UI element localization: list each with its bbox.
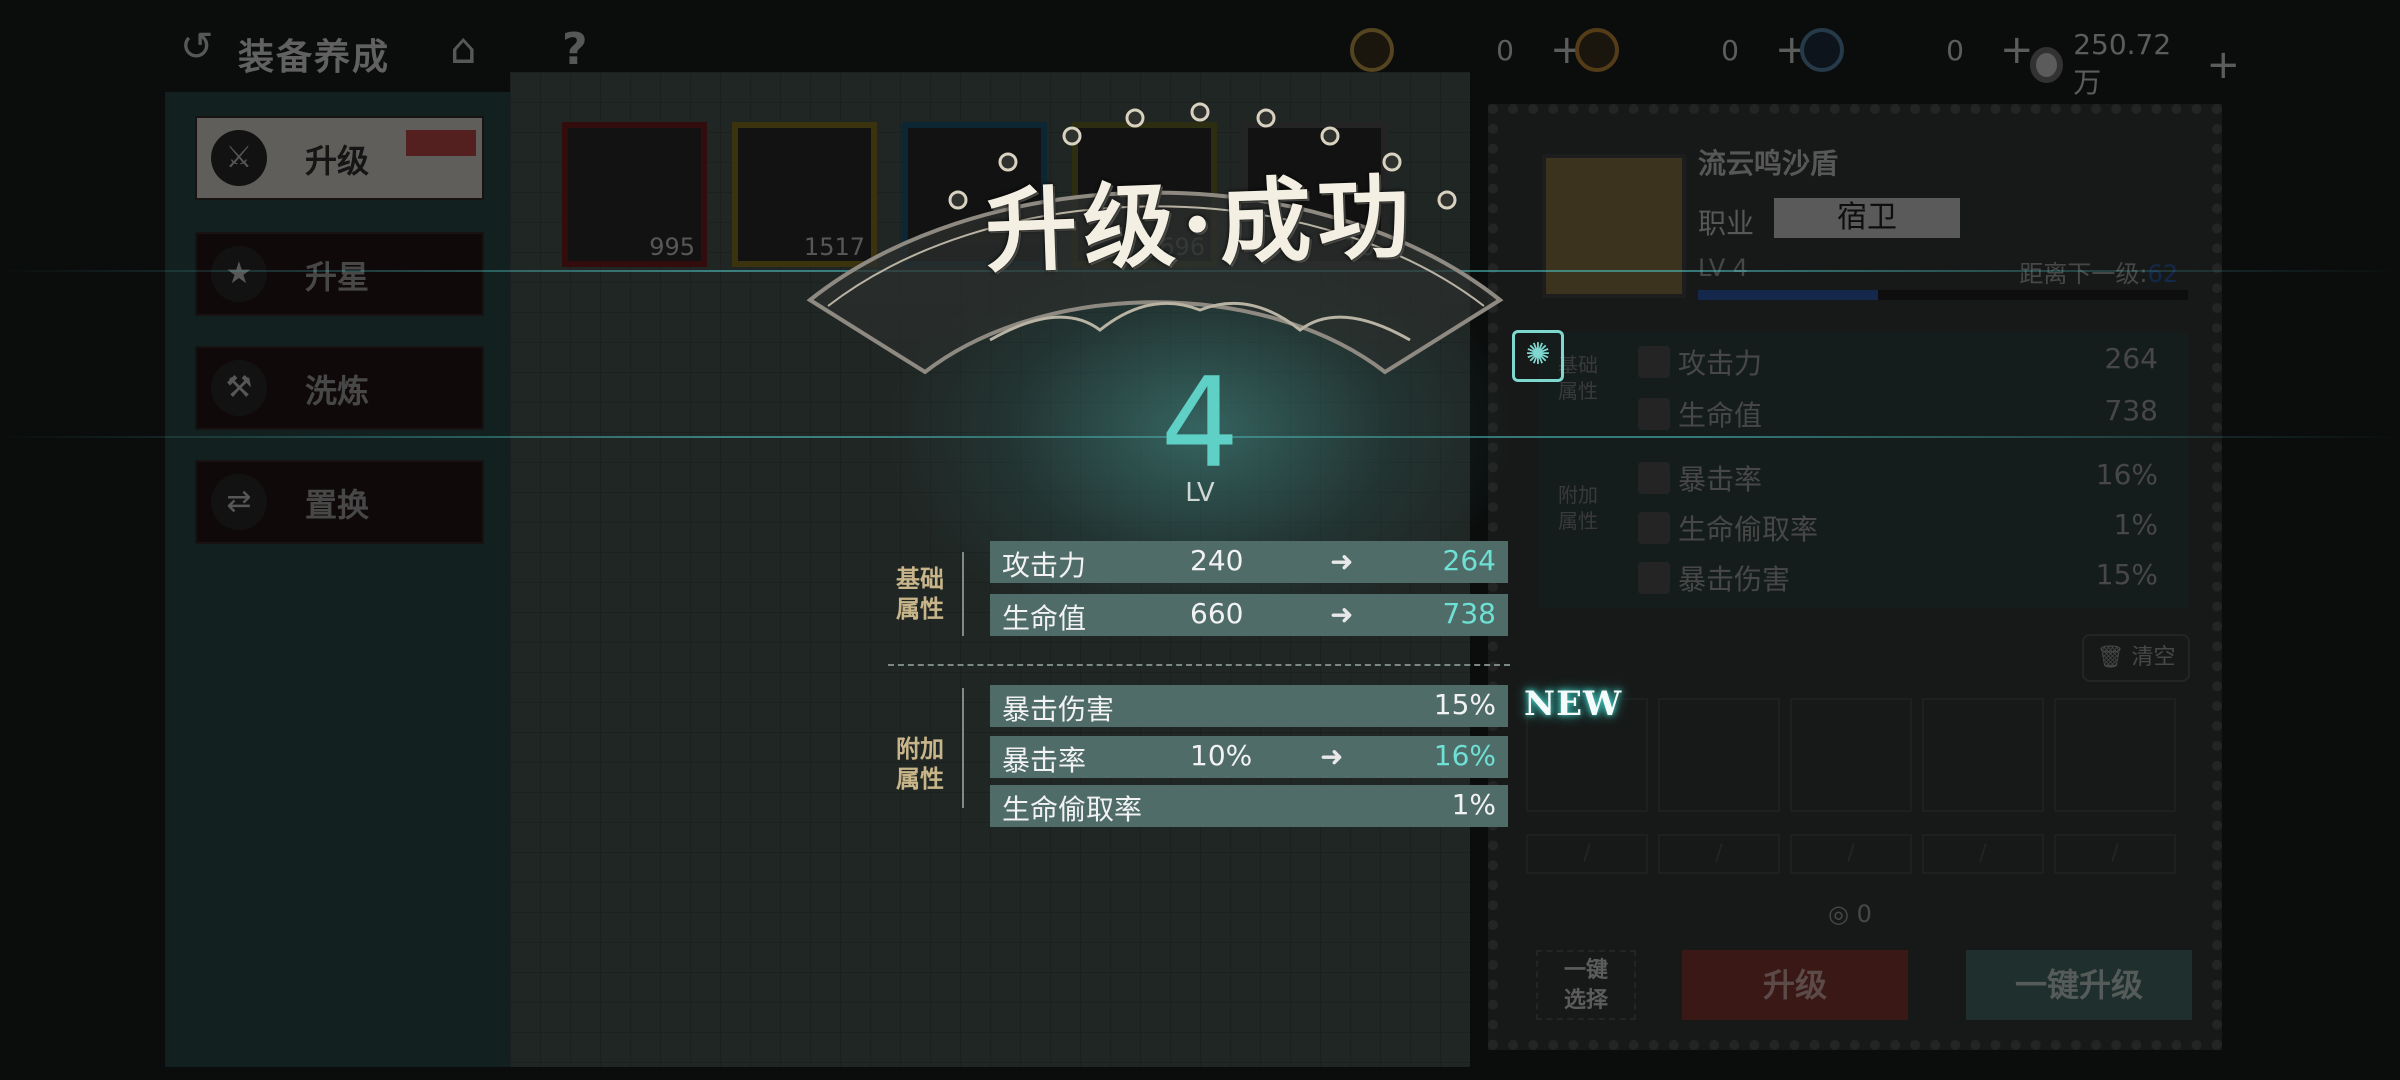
- upgrade-success-title: 升级·成功: [983, 162, 1418, 286]
- stat-change-row: 攻击力 240 ➜ 264: [990, 541, 1508, 583]
- arrow-right-icon: ➜: [1320, 740, 1344, 773]
- level-label: LV: [1185, 478, 1215, 508]
- new-level-number: 4: [1160, 352, 1240, 496]
- emblem-icon: ✺: [1512, 330, 1564, 382]
- section-divider: [888, 664, 1510, 666]
- basic-attr-group-label: 基础 属性: [896, 564, 944, 623]
- arrow-right-icon: ➜: [1330, 545, 1354, 578]
- group-divider: [962, 552, 964, 636]
- extra-attr-group-label: 附加 属性: [896, 734, 944, 793]
- stat-change-row: 生命值 660 ➜ 738: [990, 594, 1508, 636]
- arrow-right-icon: ➜: [1330, 598, 1354, 631]
- stat-change-row: 暴击率 10% ➜ 16%: [990, 736, 1508, 778]
- group-divider: [962, 688, 964, 808]
- stat-change-row: 生命偷取率 1%: [990, 785, 1508, 827]
- new-badge: NEW: [1524, 684, 1623, 724]
- stat-change-row: 暴击伤害 15%: [990, 685, 1508, 727]
